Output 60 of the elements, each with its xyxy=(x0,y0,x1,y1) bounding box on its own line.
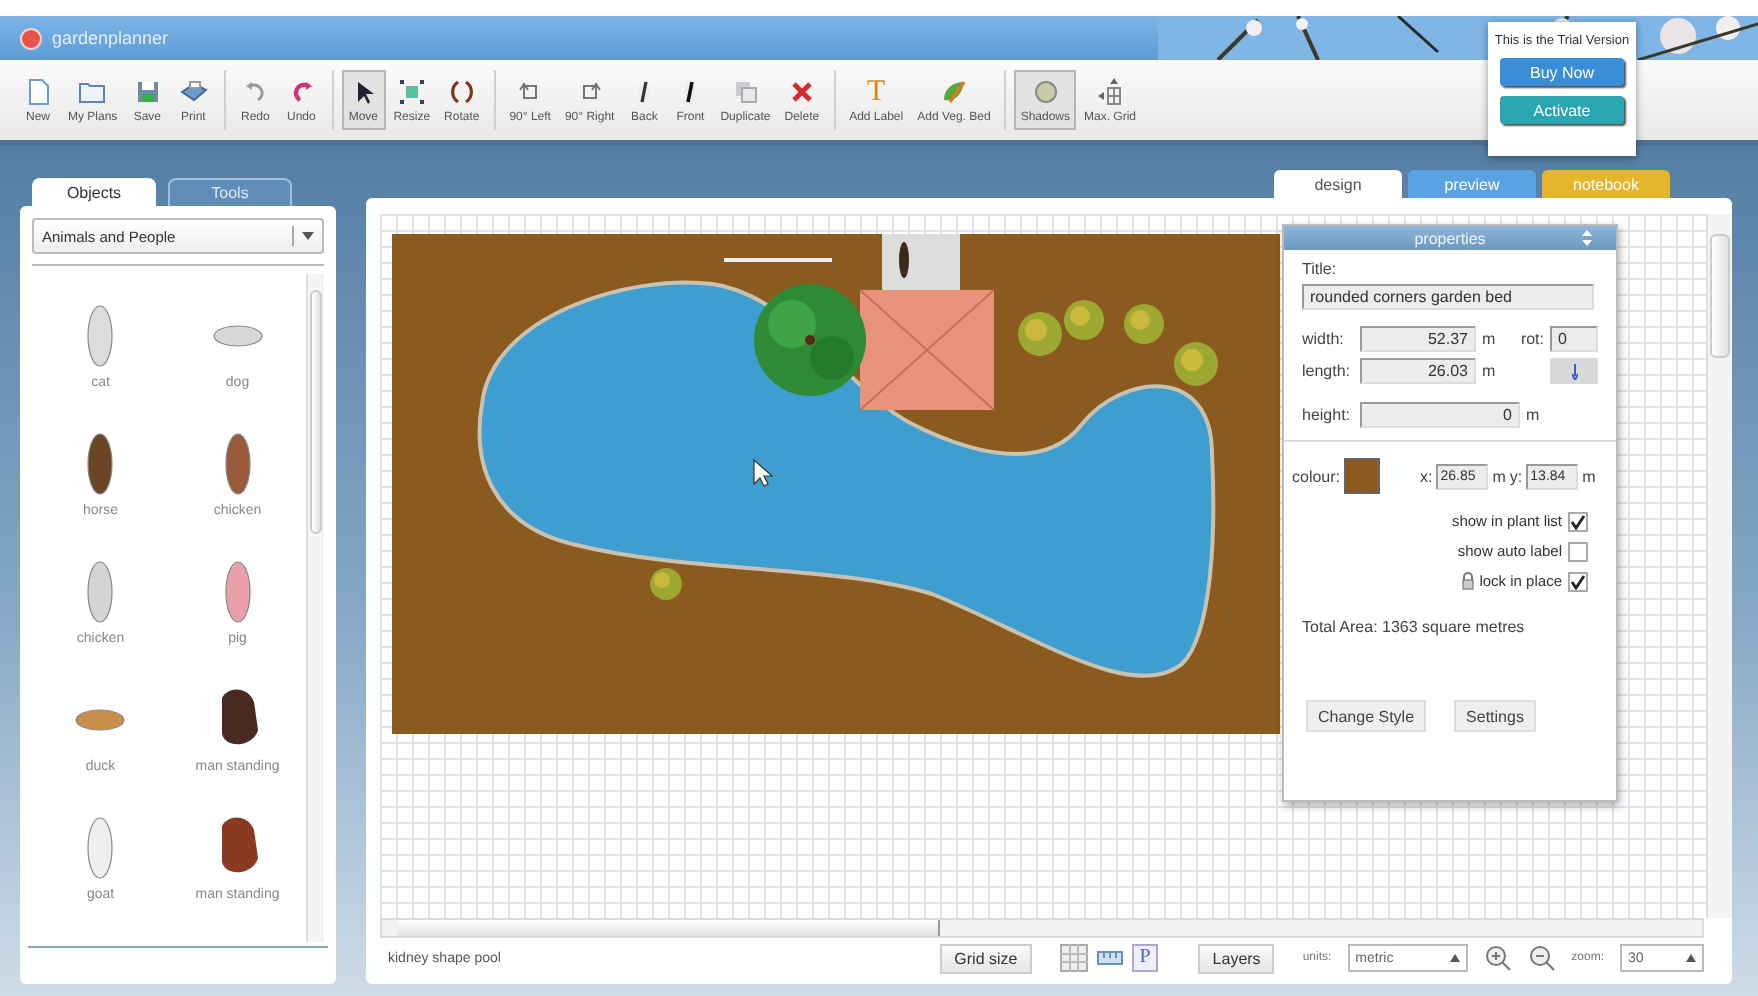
title-field[interactable]: rounded corners garden bed xyxy=(1302,284,1594,310)
shrub-drawing[interactable] xyxy=(650,568,682,600)
plant-label-toggle[interactable]: P xyxy=(1131,944,1159,972)
shrub-drawing[interactable] xyxy=(1174,342,1218,386)
resize-icon xyxy=(395,76,428,108)
view-tab[interactable]: design xyxy=(1274,170,1402,198)
logo-icon xyxy=(20,27,42,49)
field-label: width: xyxy=(1302,330,1346,348)
trial-button[interactable]: Buy Now xyxy=(1500,58,1624,86)
colour-swatch[interactable] xyxy=(1344,458,1381,494)
field-label: height: xyxy=(1302,406,1353,424)
cursor-icon xyxy=(753,458,774,487)
shrub-drawing[interactable] xyxy=(1064,300,1104,340)
width-field[interactable]: 52.37 xyxy=(1360,326,1476,352)
height-field[interactable]: 0 xyxy=(1360,402,1520,428)
rotate-button[interactable] xyxy=(1550,358,1598,384)
unit-label: m xyxy=(1526,406,1540,424)
scrollbar[interactable] xyxy=(1706,214,1732,918)
panel-button[interactable]: Settings xyxy=(1454,700,1536,732)
scrollbar[interactable] xyxy=(306,274,324,942)
sphere-icon xyxy=(1029,76,1062,108)
tree-drawing[interactable] xyxy=(754,284,866,396)
figure-icon[interactable] xyxy=(899,242,909,278)
checkbox[interactable] xyxy=(1568,511,1588,531)
path-area[interactable] xyxy=(882,234,960,290)
rotation-field[interactable]: 0 xyxy=(1550,326,1598,352)
lock-icon xyxy=(1461,572,1474,590)
zoom-out-icon[interactable] xyxy=(1527,944,1556,972)
panel-title: properties xyxy=(1414,229,1486,247)
checkbox[interactable] xyxy=(1568,571,1588,591)
field-label: x: xyxy=(1420,467,1433,485)
app-name: gardenplanner xyxy=(52,28,169,48)
grid-arrows-icon xyxy=(1094,76,1126,108)
caret-icon xyxy=(1449,954,1460,962)
horizontal-scrollbar[interactable] xyxy=(380,918,1704,938)
field-label: y: xyxy=(1509,467,1523,485)
panel-tab[interactable]: Objects xyxy=(32,178,156,206)
shrub-drawing[interactable] xyxy=(1124,304,1164,344)
field-label: colour: xyxy=(1292,467,1341,485)
rotate-icon xyxy=(445,76,478,108)
shrub-drawing[interactable] xyxy=(1018,312,1062,356)
field-label: Title: xyxy=(1302,260,1339,278)
field-label: length: xyxy=(1302,362,1353,380)
length-field[interactable]: 26.03 xyxy=(1360,358,1476,384)
unit-label: m xyxy=(1582,467,1596,485)
unit-label: m xyxy=(1492,467,1506,485)
zoom-in-icon[interactable] xyxy=(1483,944,1512,972)
checkbox[interactable] xyxy=(1568,541,1588,561)
grid-size-button[interactable]: Grid size xyxy=(940,943,1032,973)
panel-button[interactable]: Change Style xyxy=(1306,700,1427,732)
field-label: rot: xyxy=(1520,330,1544,348)
layers-button[interactable]: Layers xyxy=(1198,943,1275,973)
resize-arrows-icon[interactable] xyxy=(1582,230,1592,246)
unit-label: m xyxy=(1482,330,1496,348)
total-area-text: Total Area: 1363 square metres xyxy=(1302,618,1527,636)
grid-icon[interactable] xyxy=(1059,944,1088,972)
caret-icon xyxy=(1686,954,1696,962)
dropdown-arrow-icon xyxy=(302,232,314,240)
unit-label: m xyxy=(1482,362,1496,380)
arrow-down-icon xyxy=(1571,363,1577,379)
